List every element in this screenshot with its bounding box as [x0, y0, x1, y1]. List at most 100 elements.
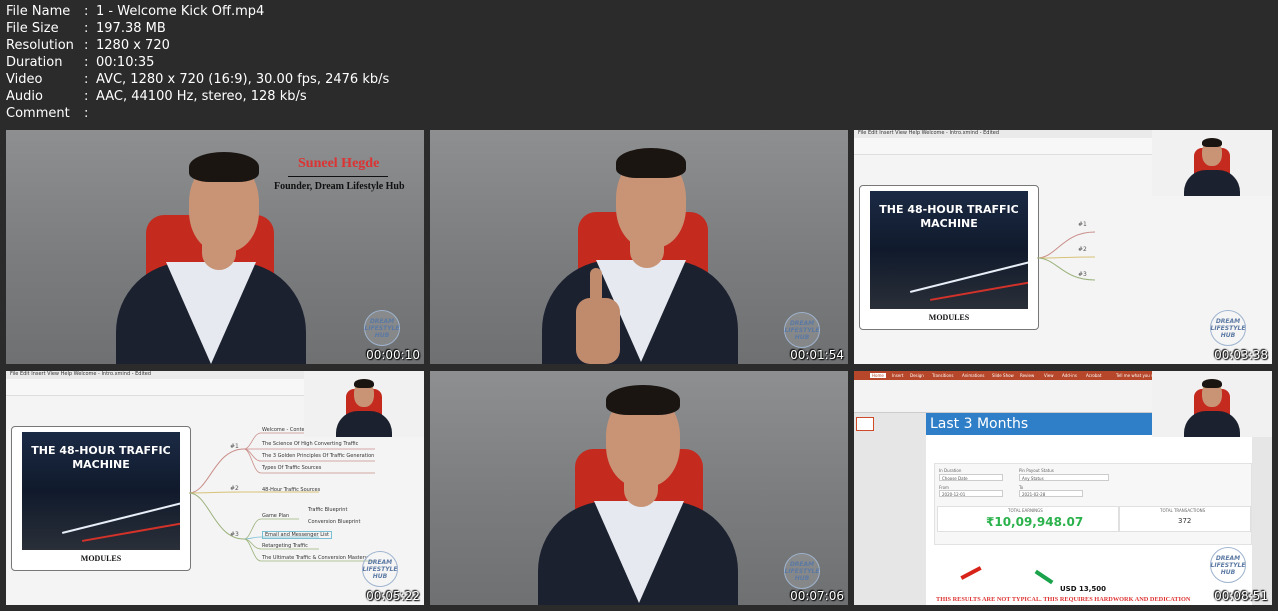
branch-label: #2 [1078, 246, 1087, 253]
thumbnail-1[interactable]: Suneel Hegde Founder, Dream Lifestyle Hu… [6, 130, 424, 364]
mindmap-node: Types Of Traffic Sources [262, 465, 322, 471]
brand-watermark: DREAM LIFESTYLE HUB [1210, 547, 1246, 583]
brand-watermark: DREAM LIFESTYLE HUB [364, 310, 400, 346]
presenter-hand [576, 298, 620, 364]
presenter-hair [1202, 379, 1222, 388]
central-topic-card: THE 48-HOUR TRAFFIC MACHINE MODULES [859, 185, 1039, 330]
branch-label: #1 [1078, 221, 1087, 228]
mindmap-node: The Science Of High Converting Traffic [262, 441, 359, 447]
presenter-torso [1184, 170, 1240, 196]
thumbnail-4[interactable]: File Edit Insert View Help Welcome - Int… [6, 371, 424, 605]
meta-value: 197.38 MB [96, 21, 166, 36]
brand-watermark: DREAM LIFESTYLE HUB [784, 553, 820, 589]
presenter-torso [1184, 411, 1240, 437]
thumbnail-timestamp: 00:05:22 [366, 589, 420, 603]
meta-file-name: File Name:1 - Welcome Kick Off.mp4 [6, 4, 265, 19]
thumbnail-timestamp: 00:08:51 [1214, 589, 1268, 603]
branch-label: #2 [230, 485, 239, 492]
ribbon-tab[interactable]: Review [1020, 373, 1034, 378]
webcam-overlay [1152, 130, 1272, 196]
filter-value: Any Status [1019, 474, 1109, 481]
usd-equivalent: USD 13,500 [1060, 585, 1106, 593]
pointing-finger [590, 268, 602, 308]
presenter-hair [354, 379, 374, 388]
green-arrow [1034, 569, 1054, 585]
filter-label: Pin Payout Status [1019, 468, 1054, 473]
webcam-overlay [1152, 371, 1272, 437]
presenter-hair [1202, 138, 1222, 147]
meta-value: AVC, 1280 x 720 (16:9), 30.00 fps, 2476 … [96, 72, 390, 87]
ribbon-tab[interactable]: Add-ins [1062, 373, 1077, 378]
brand-watermark: DREAM LIFESTYLE HUB [362, 551, 398, 587]
total-transactions-cell: TOTAL TRANSACTIONS 372 [1119, 506, 1251, 532]
meta-audio: Audio: AAC, 44100 Hz, stereo, 128 kb/s [6, 89, 307, 104]
meta-value: 1280 x 720 [96, 38, 170, 53]
thumbnail-timestamp: 00:00:10 [366, 348, 420, 362]
meta-value: 00:10:35 [96, 55, 155, 70]
modules-label: MODULES [80, 554, 122, 563]
brand-watermark: DREAM LIFESTYLE HUB [784, 312, 820, 348]
column-header: TOTAL TRANSACTIONS [1160, 508, 1206, 513]
branch-label: #1 [230, 443, 239, 450]
filter-value: Choose Date [939, 474, 1003, 481]
meta-file-size: File Size:197.38 MB [6, 21, 166, 36]
thumbnail-6[interactable]: Home Insert Design Transitions Animation… [854, 371, 1272, 605]
slide-thumbnail[interactable] [856, 417, 874, 431]
thumbnail-2[interactable]: DREAM LIFESTYLE HUB 00:01:54 [430, 130, 848, 364]
ribbon-tab[interactable]: View [1044, 373, 1054, 378]
thumbnail-3[interactable]: File Edit Insert View Help Welcome - Int… [854, 130, 1272, 364]
column-header: TOTAL EARNINGS [1008, 508, 1043, 513]
ribbon-tab-home[interactable]: Home [870, 373, 886, 378]
central-topic-card: THE 48-HOUR TRAFFIC MACHINE MODULES [11, 426, 191, 571]
filter-value: 2021-02-28 [1019, 490, 1083, 497]
presenter-hair [616, 148, 686, 178]
thumbnail-timestamp: 00:03:38 [1214, 348, 1268, 362]
presenter-role-plate: Founder, Dream Lifestyle Hub [274, 181, 405, 192]
powerpoint-app: Home Insert Design Transitions Animation… [854, 371, 1272, 605]
branch-label: #3 [1078, 271, 1087, 278]
ribbon-tab[interactable]: Design [910, 373, 924, 378]
ribbon-tab[interactable]: Acrobat [1086, 373, 1101, 378]
presenter-hair [189, 152, 259, 182]
light-trail [909, 259, 1028, 293]
mindmap-node-selected: Email and Messenger List [262, 531, 332, 539]
presenter-torso [336, 411, 392, 437]
mindmap-node: The Ultimate Traffic & Conversion Master… [262, 555, 368, 561]
mindmap-node: Game Plan [262, 513, 290, 519]
light-trail [61, 500, 180, 534]
meta-value: 1 - Welcome Kick Off.mp4 [96, 4, 265, 19]
slide-canvas: Last 3 Months In Duration Choose Date Pi… [926, 413, 1252, 605]
mindmap-branches [1037, 231, 1096, 281]
red-arrow [960, 566, 982, 580]
presenter-hair [606, 385, 680, 415]
earnings-dashboard: In Duration Choose Date Pin Payout Statu… [934, 463, 1252, 545]
mindmap-app: File Edit Insert View Help Welcome - Int… [854, 130, 1272, 364]
total-transactions-value: 372 [1178, 517, 1192, 525]
cover-image: THE 48-HOUR TRAFFIC MACHINE [22, 432, 180, 550]
mindmap-node: 48-Hour Traffic Sources [262, 487, 321, 493]
ribbon-tab[interactable]: Animations [962, 373, 984, 378]
meta-duration: Duration:00:10:35 [6, 55, 155, 70]
meta-video: Video: AVC, 1280 x 720 (16:9), 30.00 fps,… [6, 72, 390, 87]
mindmap-app: File Edit Insert View Help Welcome - Int… [6, 371, 424, 605]
meta-value: AAC, 44100 Hz, stereo, 128 kb/s [96, 89, 307, 104]
mindmap-node: Conversion Blueprint [308, 519, 361, 525]
mindmap-node: Traffic Blueprint [308, 507, 348, 513]
ribbon-tab[interactable]: Slide Show [992, 373, 1014, 378]
total-earnings-cell: TOTAL EARNINGS ₹10,09,948.07 [937, 506, 1119, 532]
name-divider [288, 176, 388, 177]
total-earnings-value: ₹10,09,948.07 [986, 515, 1084, 529]
filter-value: 2020-12-01 [939, 490, 1003, 497]
results-disclaimer: THIS RESULTS ARE NOT TYPICAL. THIS REQUI… [936, 596, 1191, 603]
thumbnail-timestamp: 00:07:06 [790, 589, 844, 603]
ribbon-tab[interactable]: Insert [892, 373, 903, 378]
webcam-overlay [304, 371, 424, 437]
thumbnail-5[interactable]: DREAM LIFESTYLE HUB 00:07:06 [430, 371, 848, 605]
presenter-name-plate: Suneel Hegde [298, 156, 380, 171]
ribbon-tab[interactable]: Transitions [932, 373, 953, 378]
mindmap-node: Retargeting Traffic [262, 543, 308, 549]
meta-comment: Comment: [6, 106, 89, 121]
cover-title: THE 48-HOUR TRAFFIC MACHINE [31, 444, 171, 471]
cover-image: THE 48-HOUR TRAFFIC MACHINE [870, 191, 1028, 309]
cover-title: THE 48-HOUR TRAFFIC MACHINE [879, 203, 1019, 230]
